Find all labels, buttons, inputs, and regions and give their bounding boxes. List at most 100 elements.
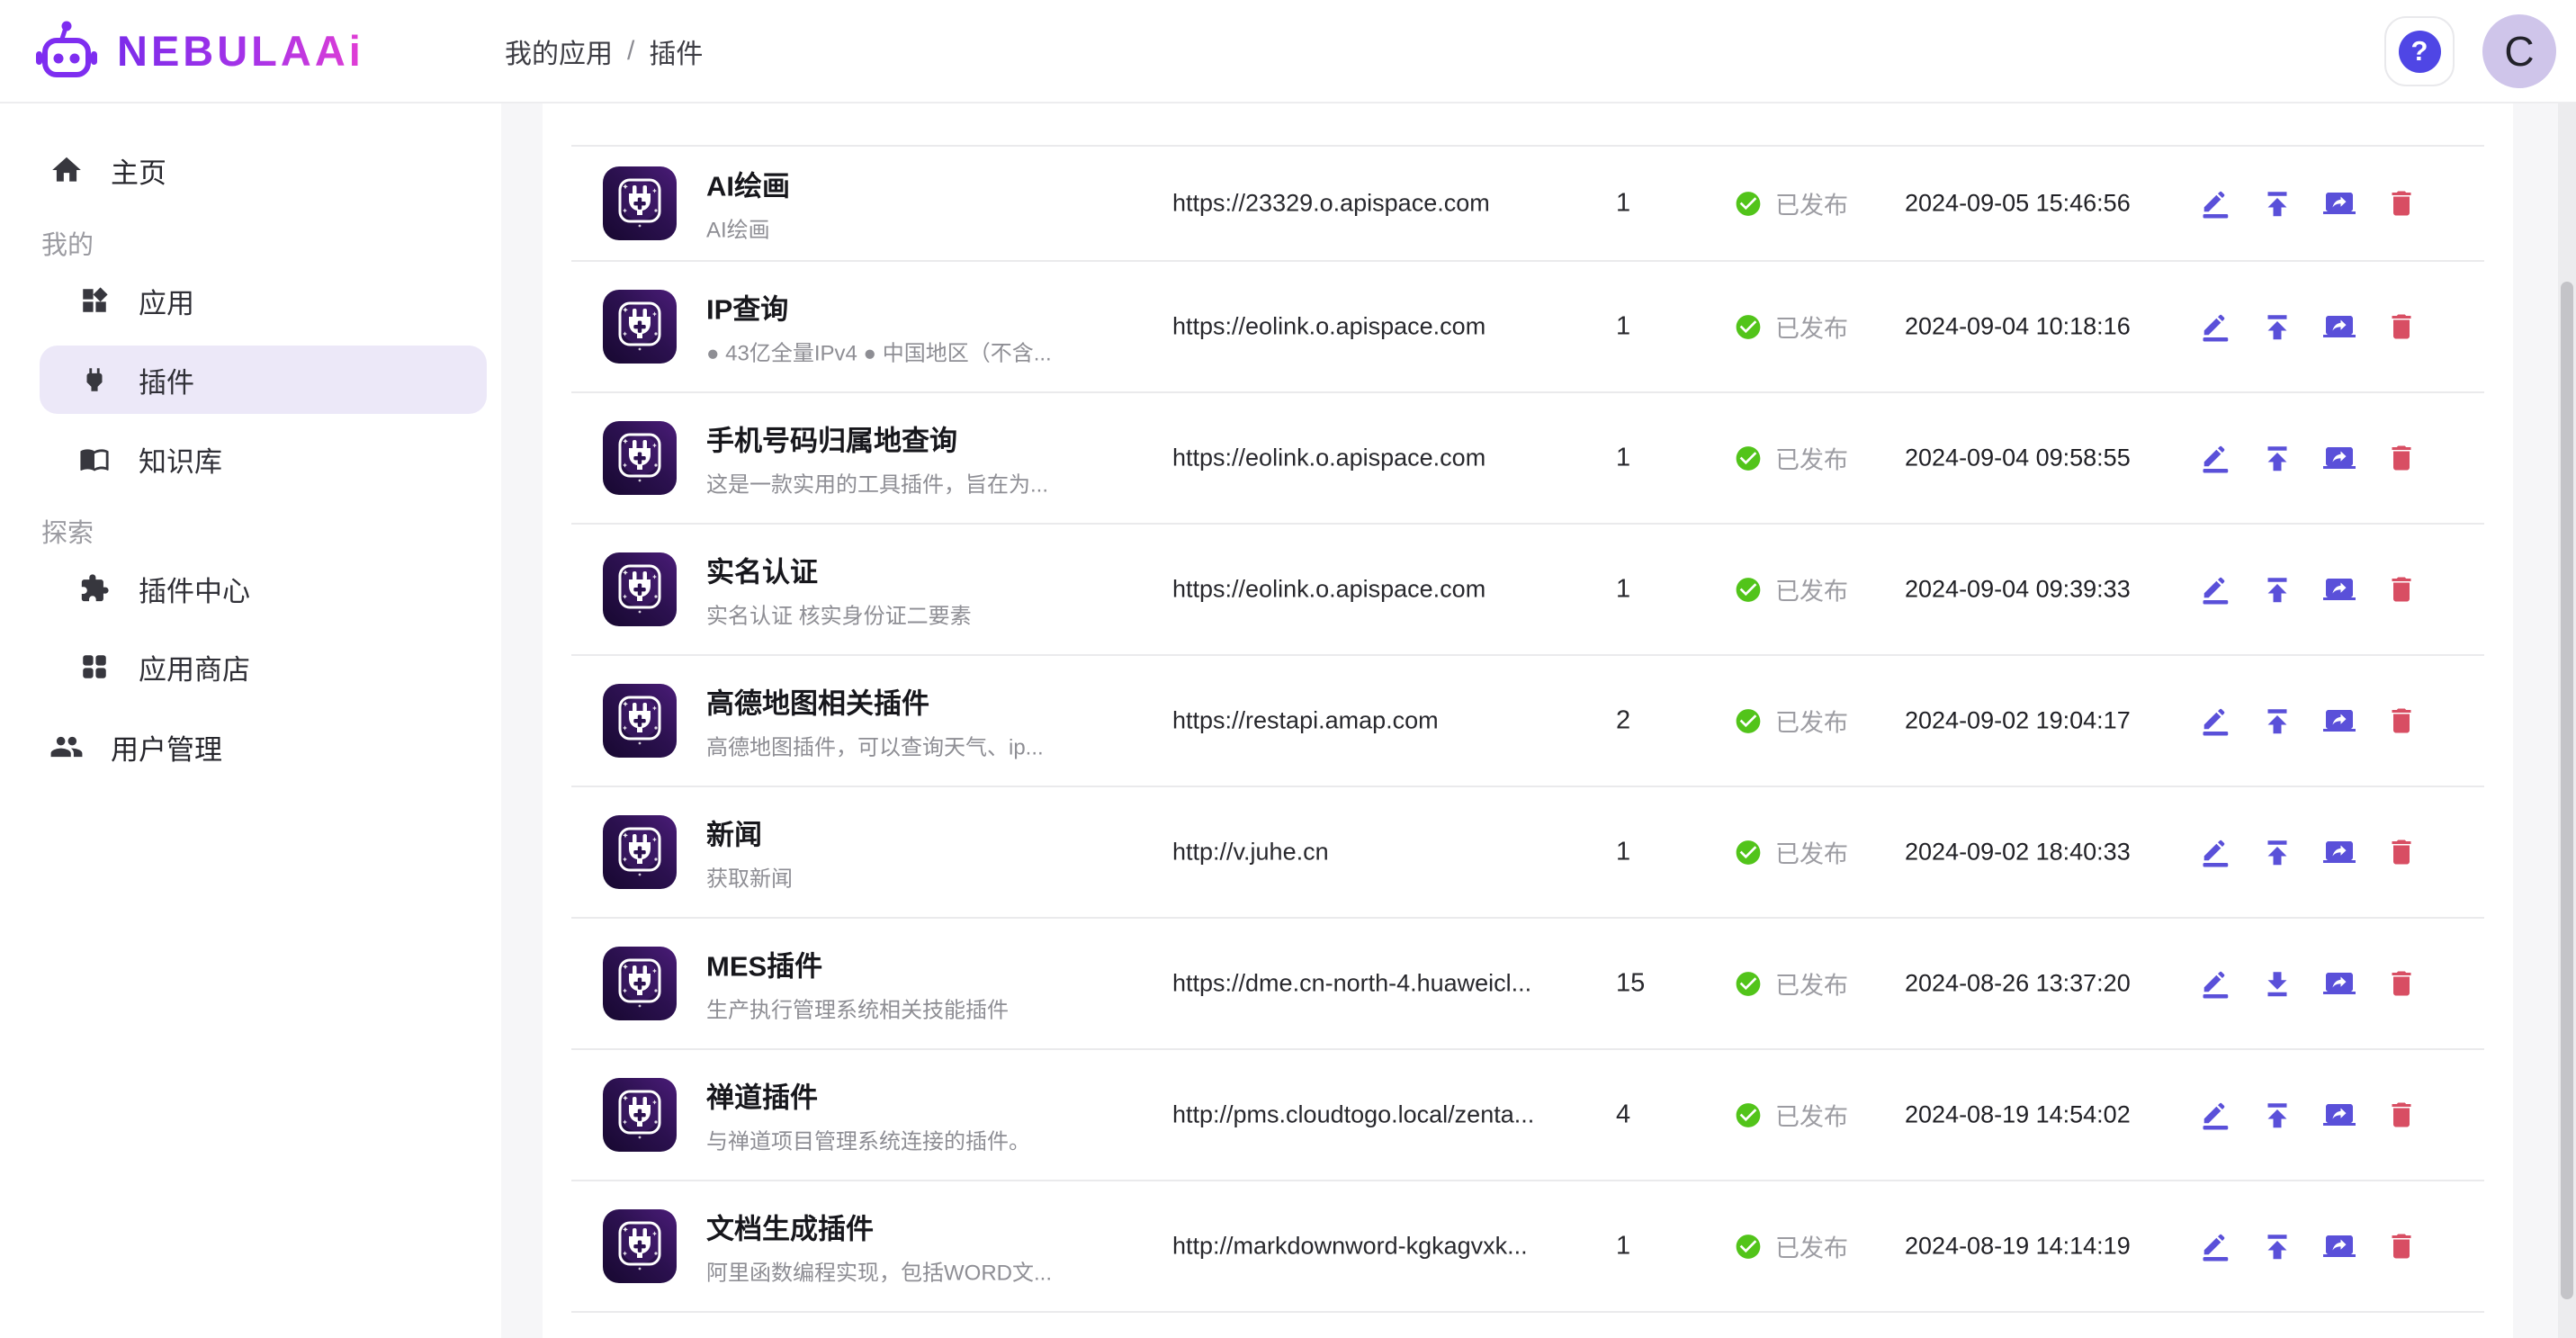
plugin-name: 实名认证 [706,550,1147,590]
edit-button[interactable] [2198,186,2232,220]
check-circle-icon [1734,1100,1763,1129]
publish-button[interactable] [2260,835,2294,869]
publish-time: 2024-09-05 15:46:56 [1905,190,2131,218]
table-row: IP查询 ● 43亿全量IPv4 ● 中国地区（不含... https://eo… [571,260,2484,391]
puzzle-icon [79,573,110,604]
edit-button[interactable] [2198,1098,2232,1132]
share-button[interactable] [2322,1098,2356,1132]
publish-button[interactable] [2260,1229,2294,1263]
edit-button[interactable] [2198,572,2232,606]
share-button[interactable] [2322,835,2356,869]
breadcrumb: 我的应用 / 插件 [505,31,703,71]
delete-button[interactable] [2384,1098,2419,1132]
edit-button[interactable] [2198,704,2232,738]
publish-button[interactable] [2260,441,2294,475]
plugin-badge-icon [603,1209,677,1283]
robot-logo-icon [34,19,99,84]
sidebar-item-plugins[interactable]: 插件 [40,346,487,414]
plugin-name: MES插件 [706,944,1147,984]
delete-button[interactable] [2384,310,2419,344]
status-badge: 已发布 [1734,186,1848,221]
publish-button[interactable] [2260,1098,2294,1132]
check-circle-icon [1734,838,1763,867]
edit-button[interactable] [2198,441,2232,475]
screen-share-icon [2323,1099,2356,1131]
share-button[interactable] [2322,572,2356,606]
plugin-url: http://v.juhe.cn [1172,839,1595,867]
sidebar-item-apps[interactable]: 应用 [0,266,501,335]
sidebar-item-home[interactable]: 主页 [0,136,501,204]
share-button[interactable] [2322,966,2356,1001]
screen-share-icon [2323,705,2356,737]
edit-button[interactable] [2198,835,2232,869]
table-row: 禅道插件 与禅道项目管理系统连接的插件。 http://pms.cloudtog… [571,1048,2484,1180]
plugin-name: 文档生成插件 [706,1207,1147,1247]
table-row: 文档生成插件 阿里函数编程实现，包括WORD文... http://markdo… [571,1180,2484,1311]
help-button[interactable]: ? [2384,16,2455,86]
sidebar-item-label: 应用 [139,281,194,321]
delete-button[interactable] [2384,966,2419,1001]
tool-count: 4 [1616,1100,1688,1130]
sidebar-item-knowledge[interactable]: 知识库 [0,425,501,493]
scrollbar-thumb[interactable] [2561,282,2573,1299]
avatar[interactable]: C [2482,14,2556,88]
check-circle-icon [1734,1232,1763,1261]
share-button[interactable] [2322,704,2356,738]
delete-button[interactable] [2384,835,2419,869]
delete-button[interactable] [2384,441,2419,475]
publish-button[interactable] [2260,186,2294,220]
plugin-name: 禅道插件 [706,1075,1147,1116]
plugin-name: AI绘画 [706,164,1147,204]
row-actions [2198,441,2419,475]
row-actions [2198,1229,2419,1263]
sidebar-item-plugin-center[interactable]: 插件中心 [0,554,501,623]
tool-count: 1 [1616,838,1688,867]
publish-time: 2024-08-19 14:54:02 [1905,1101,2131,1129]
share-button[interactable] [2322,441,2356,475]
breadcrumb-current: 插件 [649,31,703,71]
download-button[interactable] [2260,966,2294,1001]
users-icon [49,730,84,764]
edit-button[interactable] [2198,1229,2232,1263]
share-button[interactable] [2322,310,2356,344]
trash-icon [2385,967,2418,1000]
plugin-name-cell: 实名认证 实名认证 核实身份证二要素 [706,550,1147,630]
screen-share-icon [2323,310,2356,343]
upload-icon [2261,705,2293,737]
publish-button[interactable] [2260,572,2294,606]
breadcrumb-section[interactable]: 我的应用 [505,31,613,71]
status-label: 已发布 [1775,1229,1848,1264]
plugin-name-cell: 高德地图相关插件 高德地图插件，可以查询天气、ip... [706,681,1147,761]
publish-time: 2024-09-04 09:39:33 [1905,576,2131,604]
delete-button[interactable] [2384,186,2419,220]
edit-pencil-icon [2199,967,2231,1000]
plugin-description: 这是一款实用的工具插件，旨在为... [706,467,1147,498]
sidebar-item-user-management[interactable]: 用户管理 [0,713,501,781]
sidebar-item-app-store[interactable]: 应用商店 [0,633,501,701]
status-badge: 已发布 [1734,835,1848,870]
brand: NEBULAAi [34,0,364,102]
plugin-description: 阿里函数编程实现，包括WORD文... [706,1255,1147,1287]
publish-button[interactable] [2260,310,2294,344]
edit-button[interactable] [2198,966,2232,1001]
upload-icon [2261,310,2293,343]
scrollbar[interactable] [2558,103,2576,1338]
share-button[interactable] [2322,1229,2356,1263]
edit-pencil-icon [2199,573,2231,606]
delete-button[interactable] [2384,704,2419,738]
plug-icon [79,364,110,395]
screen-share-icon [2323,573,2356,606]
share-button[interactable] [2322,186,2356,220]
row-actions [2198,1098,2419,1132]
publish-button[interactable] [2260,704,2294,738]
status-badge: 已发布 [1734,704,1848,739]
plugin-url: https://23329.o.apispace.com [1172,190,1595,218]
plugin-description: 高德地图插件，可以查询天气、ip... [706,730,1147,761]
sidebar: 主页 我的 应用 插件 知识库 探索 插件中心 应用商店 用户管理 [0,103,501,1338]
table-row: 实名认证 实名认证 核实身份证二要素 https://eolink.o.apis… [571,523,2484,654]
delete-button[interactable] [2384,1229,2419,1263]
home-icon [49,153,84,187]
plugin-url: https://restapi.amap.com [1172,707,1595,735]
edit-button[interactable] [2198,310,2232,344]
delete-button[interactable] [2384,572,2419,606]
